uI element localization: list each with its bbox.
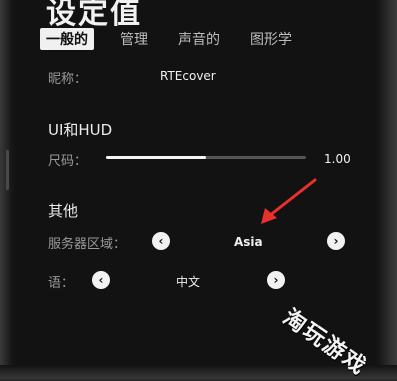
ui-hud-heading: UI和HUD <box>48 121 113 139</box>
size-label: 尺码： <box>48 154 88 169</box>
chevron-left-icon: ‹ <box>98 273 104 287</box>
nickname-input[interactable] <box>150 66 370 86</box>
tab-sound[interactable]: 声音的 <box>174 27 224 51</box>
other-heading: 其他 <box>48 202 79 220</box>
tab-general[interactable]: 一般的 <box>40 28 94 50</box>
chevron-right-icon: › <box>333 234 339 248</box>
right-brush-border <box>375 0 397 379</box>
chevron-right-icon: › <box>273 273 279 287</box>
region-value: Asia <box>234 235 263 249</box>
tab-management[interactable]: 管理 <box>116 27 152 51</box>
language-label: 语： <box>48 276 75 291</box>
annotation-arrow-icon <box>261 178 317 224</box>
settings-tabs: 一般的 管理 声音的 图形学 <box>40 28 318 50</box>
region-prev-button[interactable]: ‹ <box>152 232 170 250</box>
size-value: 1.00 <box>324 152 351 166</box>
size-slider[interactable] <box>106 156 306 159</box>
server-region-label: 服务器区域： <box>48 237 127 252</box>
language-value: 中文 <box>176 275 201 289</box>
brush-mark <box>6 150 9 190</box>
language-next-button[interactable]: › <box>267 271 285 289</box>
chevron-left-icon: ‹ <box>158 234 164 248</box>
region-next-button[interactable]: › <box>327 232 345 250</box>
size-slider-fill <box>106 156 206 159</box>
tab-graphics[interactable]: 图形学 <box>246 27 296 51</box>
language-prev-button[interactable]: ‹ <box>92 271 110 289</box>
settings-screen: 设定值 一般的 管理 声音的 图形学 昵称： UI和HUD 尺码： 1.00 其… <box>0 0 397 380</box>
nickname-label: 昵称： <box>48 72 88 87</box>
